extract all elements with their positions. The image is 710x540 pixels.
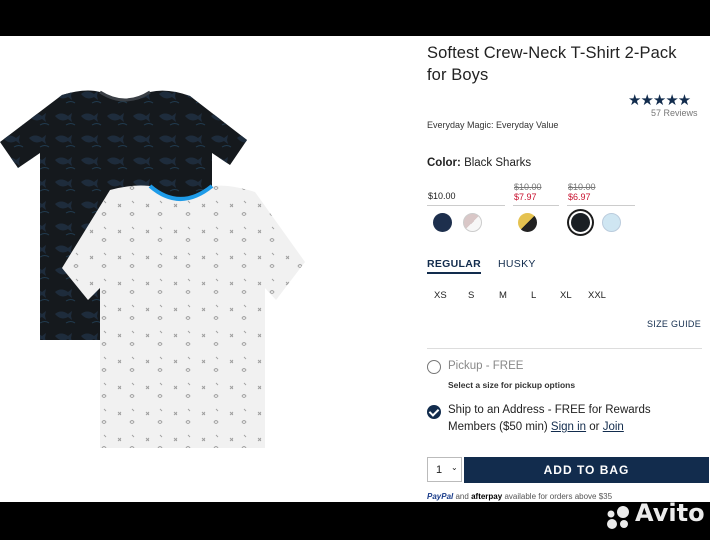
ship-radio-checked-icon[interactable]	[427, 405, 441, 419]
color-swatch-light-blue-print[interactable]	[602, 213, 621, 232]
avito-wordmark: Avito	[635, 499, 705, 527]
ship-label-text: Members ($50 min)	[448, 421, 548, 433]
payment-options: PayPal and afterpay available for orders…	[427, 492, 612, 501]
ship-label-line1: Ship to an Address - FREE for Rewards	[448, 404, 651, 416]
color-swatch-black-sharks[interactable]	[571, 213, 590, 232]
tab-regular[interactable]: REGULAR	[427, 258, 482, 274]
price-regular: $10.00	[428, 191, 456, 201]
color-swatch-navy[interactable]	[433, 213, 452, 232]
divider	[427, 348, 702, 349]
color-selection-label: Color: Black Sharks	[427, 157, 531, 169]
product-image[interactable]	[0, 40, 320, 500]
price-sale: $7.97	[514, 192, 537, 202]
chevron-down-icon: ⌄	[451, 463, 458, 472]
color-swatch-yellow-black[interactable]	[518, 213, 537, 232]
color-swatch-pink-white[interactable]	[463, 213, 482, 232]
ship-label-line2: Members ($50 min) Sign in or Join	[448, 421, 624, 433]
price-original: $10.00	[514, 182, 542, 192]
pickup-label: Pickup - FREE	[448, 360, 524, 372]
size-guide-link[interactable]: SIZE GUIDE	[647, 319, 701, 329]
product-info-panel: Softest Crew-Neck T-Shirt 2-Pack for Boy…	[418, 36, 710, 502]
pickup-radio[interactable]	[427, 360, 441, 374]
size-option[interactable]: L	[531, 290, 536, 301]
afterpay-logo: afterpay	[471, 492, 503, 501]
size-option[interactable]: M	[499, 290, 507, 301]
quantity-select[interactable]: 1 ⌄	[427, 457, 462, 482]
tab-husky[interactable]: HUSKY	[498, 258, 536, 270]
and-text: and	[455, 492, 469, 501]
avito-logo-icon	[607, 506, 629, 529]
product-title: Softest Crew-Neck T-Shirt 2-Pack for Boy…	[427, 44, 677, 84]
join-link[interactable]: Join	[603, 421, 624, 433]
price-divider	[513, 205, 559, 206]
quantity-value: 1	[436, 464, 443, 476]
tshirts-illustration	[0, 90, 305, 448]
product-page: Softest Crew-Neck T-Shirt 2-Pack for Boy…	[0, 36, 710, 502]
size-option[interactable]: XL	[560, 290, 572, 301]
paypal-logo: PayPal	[427, 492, 454, 501]
value-label: Everyday Magic: Everyday Value	[427, 120, 559, 130]
size-option[interactable]: XS	[434, 290, 447, 301]
add-to-bag-button[interactable]: ADD TO BAG	[464, 457, 709, 483]
price-divider	[427, 205, 505, 206]
price-divider	[567, 205, 635, 206]
color-label: Color:	[427, 157, 461, 169]
or-text: or	[589, 421, 600, 433]
price-original: $10.00	[568, 182, 596, 192]
color-value: Black Sharks	[464, 157, 532, 169]
size-option[interactable]: XXL	[588, 290, 606, 301]
payment-note: available for orders above $35	[504, 492, 613, 501]
size-option[interactable]: S	[468, 290, 474, 301]
pickup-note: Select a size for pickup options	[448, 380, 576, 390]
sign-in-link[interactable]: Sign in	[551, 421, 586, 433]
price-sale: $6.97	[568, 192, 591, 202]
star-rating-icon[interactable]: ★★★★★	[628, 91, 691, 109]
reviews-count-link[interactable]: 57 Reviews	[651, 108, 698, 118]
